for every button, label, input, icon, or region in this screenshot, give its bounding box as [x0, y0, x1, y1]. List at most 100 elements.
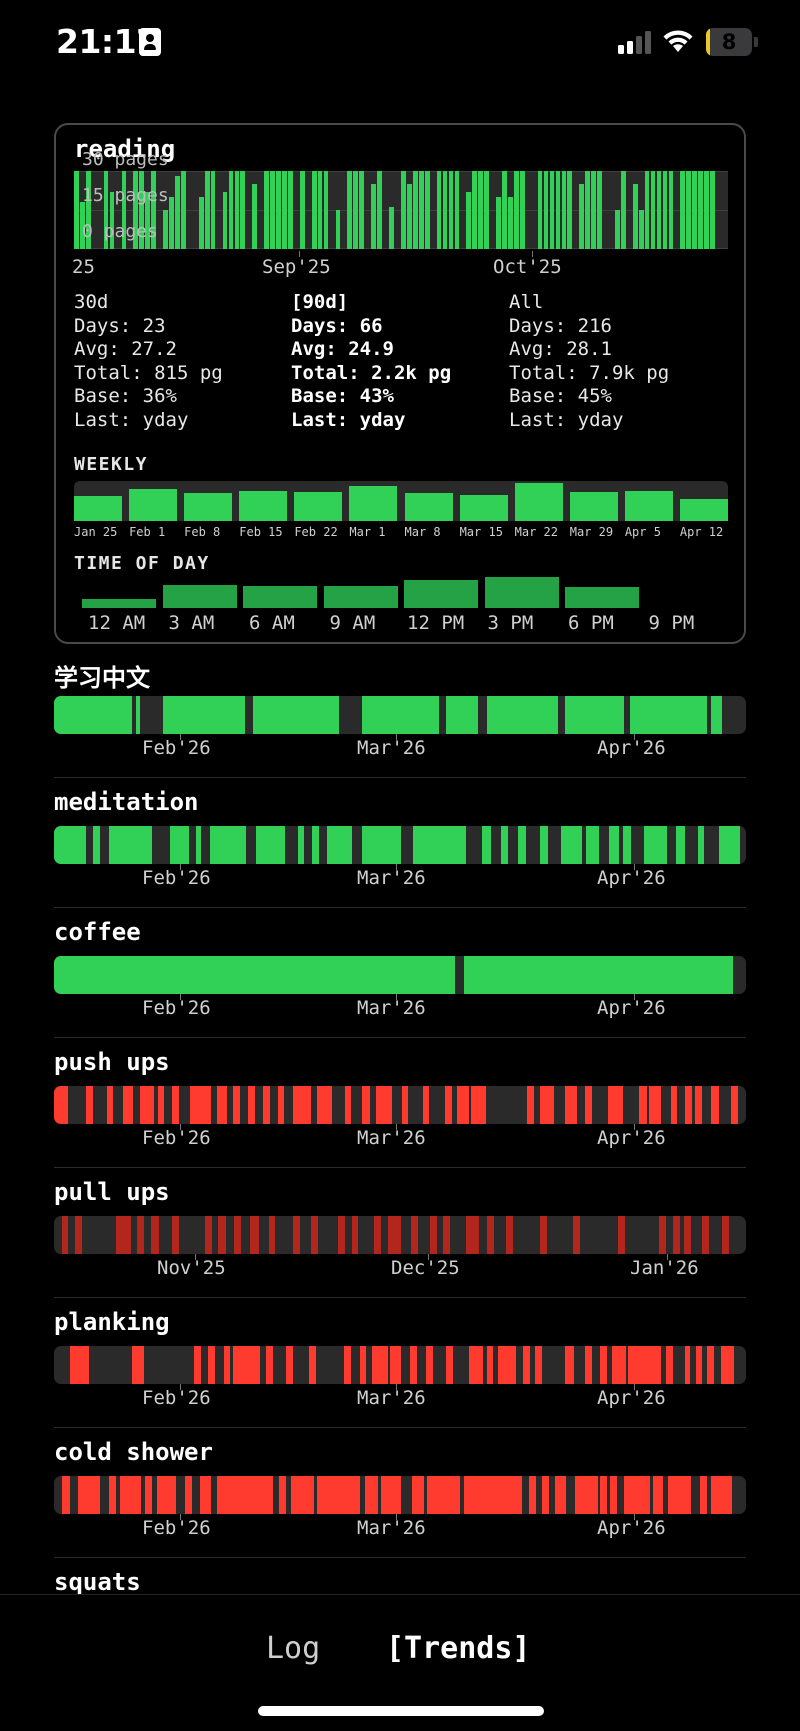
time-of-day-bar — [323, 585, 398, 608]
habit-day-segment — [204, 1216, 212, 1254]
habit-day-segment — [61, 1216, 68, 1254]
habit-day-segment — [54, 826, 86, 864]
habit-title: planking — [54, 1308, 170, 1336]
habit-day-segment — [498, 1346, 516, 1384]
habit-row[interactable]: coffee Feb'26 Mar'26 Apr'26 — [54, 908, 746, 1038]
stats-avg: Avg: 28.1 — [509, 338, 612, 360]
habit-row[interactable]: pull ups Nov'25 Dec'25 Jan'26 — [54, 1168, 746, 1298]
habit-day-segment — [249, 1216, 259, 1254]
reading-bar — [276, 171, 281, 249]
month-label: Feb'26 — [142, 867, 211, 889]
habit-day-segment — [150, 1216, 160, 1254]
habit-day-segment — [402, 1086, 409, 1124]
habit-day-segment — [92, 826, 100, 864]
habit-day-segment — [684, 1216, 692, 1254]
reading-bar — [282, 171, 287, 249]
month-label: Feb'26 — [142, 737, 211, 759]
weekly-label-item: Feb 1 — [129, 525, 166, 539]
habit-day-segment — [658, 1216, 666, 1254]
stats-days: Days: 216 — [509, 314, 612, 337]
time-of-day-tick: 9 PM — [648, 612, 695, 634]
x-tick-label: Oct'25 — [493, 256, 562, 278]
habit-row[interactable]: cold shower Feb'26 Mar'26 Apr'26 — [54, 1428, 746, 1558]
habit-day-segment — [233, 1216, 241, 1254]
reading-bar — [668, 171, 674, 249]
person-badge-icon — [139, 28, 161, 56]
habit-day-segment — [586, 826, 600, 864]
weekly-label-item: Mar 22 — [514, 525, 559, 539]
reading-bar — [169, 197, 174, 249]
habit-day-segment — [233, 1086, 241, 1124]
habit-day-segment — [445, 1346, 453, 1384]
month-label: Mar'26 — [357, 867, 426, 889]
habit-day-segment — [643, 826, 668, 864]
reading-bar — [264, 171, 269, 249]
weekly-bar — [624, 491, 673, 521]
habit-day-segment — [135, 696, 140, 734]
habit-day-segment — [376, 1086, 392, 1124]
habit-day-segment — [673, 1216, 681, 1254]
time-of-day-tick: 6 AM — [249, 612, 295, 634]
habit-day-segment — [555, 1476, 567, 1514]
reading-bar — [424, 171, 430, 249]
habit-day-segment — [584, 1086, 592, 1124]
stats-days: Days: 23 — [74, 314, 166, 337]
month-label: Mar'26 — [357, 1387, 426, 1409]
reading-card[interactable]: reading 30 pages 15 pages 0 pages 25 Sep… — [54, 123, 746, 644]
reading-bar — [359, 171, 365, 249]
weekly-label-item: Jan 25 — [74, 525, 118, 539]
weekly-label-item: Feb 8 — [184, 525, 221, 539]
habit-day-segment — [131, 1346, 144, 1384]
weekly-label-item: Feb 22 — [294, 525, 338, 539]
reading-bar — [377, 171, 382, 249]
stats-all[interactable]: All Days: 216 Avg: 28.1 Total: 7.9k pg B… — [509, 291, 719, 432]
reading-bar — [436, 171, 442, 249]
habit-strip — [54, 1216, 746, 1254]
habit-title: 学习中文 — [54, 664, 150, 692]
weekly-bar — [514, 483, 563, 521]
habit-day-segment — [564, 696, 624, 734]
tab-trends[interactable]: [Trends] — [386, 1631, 531, 1666]
reading-bar — [228, 171, 234, 249]
reading-bar — [710, 171, 715, 249]
habit-day-segment — [584, 1346, 592, 1384]
stats-30d[interactable]: 30d Days: 23 Avg: 27.2 Total: 815 pg Bas… — [74, 291, 284, 432]
habit-row[interactable]: meditation Feb'26 Mar'26 Apr'26 — [54, 778, 746, 908]
reading-bar — [597, 171, 602, 249]
habit-day-segment — [361, 826, 401, 864]
habit-day-segment — [171, 1086, 179, 1124]
tab-log[interactable]: Log — [266, 1631, 320, 1666]
habit-day-segment — [518, 826, 526, 864]
habit-row[interactable]: 学习中文 Feb'26 Mar'26 Apr'26 — [54, 648, 746, 778]
habit-day-segment — [721, 1346, 734, 1384]
habit-row[interactable]: planking Feb'26 Mar'26 Apr'26 — [54, 1298, 746, 1428]
habit-day-segment — [413, 826, 467, 864]
time-of-day-tick: 9 AM — [329, 612, 376, 634]
habit-day-segment — [380, 1476, 402, 1514]
weekly-label-item: Mar 15 — [459, 525, 503, 539]
stats-90d[interactable]: [90d] Days: 66 Avg: 24.9 Total: 2.2k pg … — [291, 291, 501, 432]
habit-day-segment — [482, 826, 491, 864]
habit-day-segment — [247, 1086, 255, 1124]
habit-day-segment — [676, 826, 686, 864]
habit-day-segment — [565, 1346, 575, 1384]
stats-last: Last: yday — [509, 408, 624, 431]
reading-bar — [502, 171, 507, 249]
stats-total: Total: 2.2k pg — [291, 361, 452, 384]
reading-bar — [508, 197, 513, 249]
habit-day-segment — [277, 1086, 284, 1124]
habit-day-segment — [624, 1476, 650, 1514]
habit-day-segment — [116, 1216, 132, 1254]
cellular-signal-icon — [618, 31, 651, 54]
habit-day-segment — [719, 826, 740, 864]
habit-day-segment — [539, 1086, 555, 1124]
reading-bar — [204, 171, 210, 249]
reading-bar — [448, 171, 454, 249]
habit-day-segment — [309, 1346, 317, 1384]
habit-day-segment — [54, 696, 132, 734]
reading-bar — [401, 171, 406, 249]
reading-bar — [347, 171, 353, 249]
habit-row[interactable]: push ups Feb'26 Mar'26 Apr'26 — [54, 1038, 746, 1168]
habit-day-segment — [372, 1346, 389, 1384]
reading-bar — [638, 210, 644, 249]
